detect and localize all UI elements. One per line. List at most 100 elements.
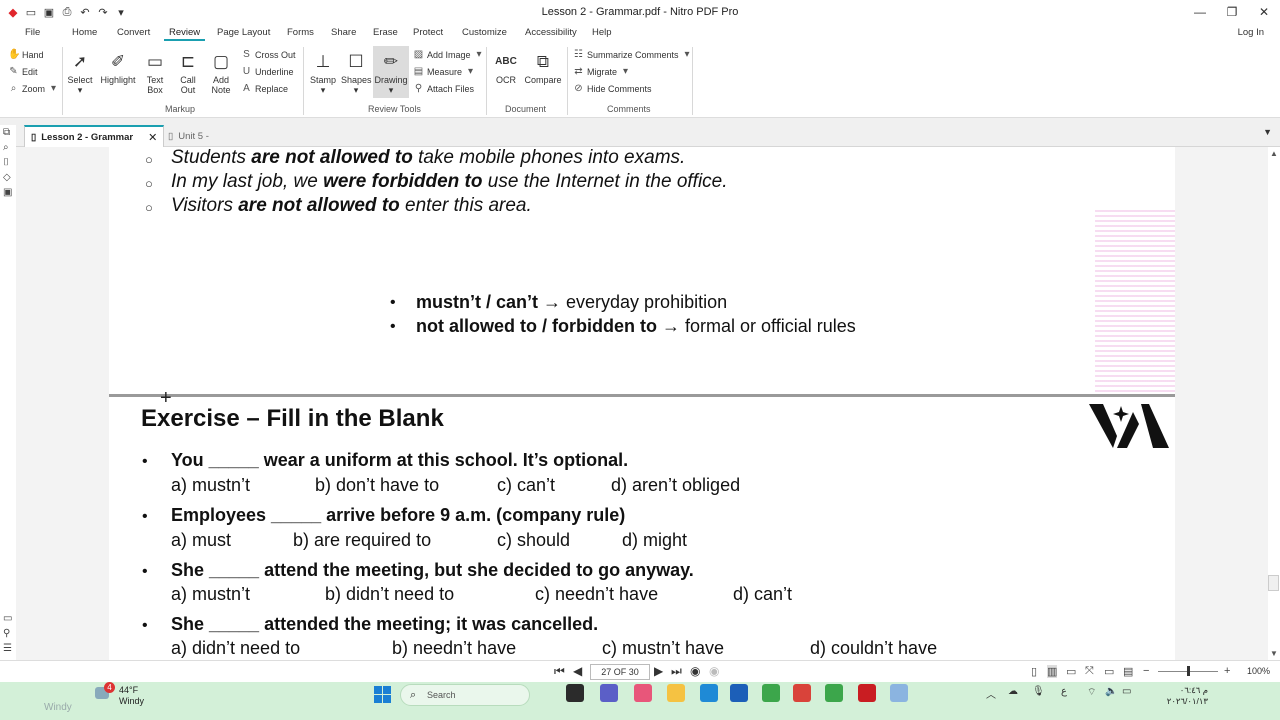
back-view-icon[interactable]: ◉ (690, 664, 700, 678)
show-hidden-icons-chevron-icon[interactable]: ︿ (986, 686, 996, 701)
snipping-tool-icon[interactable] (890, 684, 908, 702)
stamp-button[interactable]: ⊥ Stamp ▾ (308, 52, 338, 95)
zoom-tool-button[interactable]: ⌕ Zoom ▾ (8, 83, 59, 94)
undo-icon[interactable]: ↶ (78, 6, 92, 19)
scroll-up-icon[interactable]: ▲ (1270, 149, 1278, 158)
menu-erase[interactable]: Erase (373, 27, 398, 38)
compare-button[interactable]: ⧉ Compare (523, 52, 563, 85)
onedrive-icon[interactable]: ☁ (1008, 686, 1018, 697)
open-folder-icon[interactable]: ▭ (24, 6, 38, 19)
nitro-app-icon[interactable] (858, 684, 876, 702)
print-icon[interactable]: ⎙ (60, 6, 74, 19)
migrate-button[interactable]: ⇄ Migrate ▾ (573, 66, 631, 77)
vertical-scrollbar[interactable]: ▲ ▼ (1268, 147, 1280, 660)
customize-qat-icon[interactable]: ▾ (114, 6, 128, 19)
restore-icon[interactable]: ❐ (1216, 0, 1248, 24)
menu-convert[interactable]: Convert (117, 27, 150, 38)
wifi-icon[interactable]: ⌔ (1087, 686, 1096, 699)
word-app-icon[interactable] (730, 684, 748, 702)
tab-lesson-2[interactable]: ▯ Lesson 2 - Grammar ✕ (24, 125, 165, 147)
facing-icon[interactable]: ▭ (1066, 665, 1076, 678)
zoom-in-icon[interactable]: + (1224, 665, 1230, 677)
forward-view-icon[interactable]: ◉ (709, 664, 719, 678)
highlight-button[interactable]: ✐ Highlight (98, 52, 138, 85)
menu-file[interactable]: File (25, 27, 40, 38)
search-icon[interactable]: ⌕ (3, 142, 9, 153)
menu-protect[interactable]: Protect (413, 27, 443, 38)
menu-review[interactable]: Review (163, 27, 206, 41)
cross-out-button[interactable]: S Cross Out (241, 49, 295, 60)
zoom-out-icon[interactable]: − (1143, 665, 1149, 677)
menu-accessibility[interactable]: Accessibility (525, 27, 577, 38)
next-page-icon[interactable]: ▶ (654, 664, 663, 678)
menu-share[interactable]: Share (331, 27, 356, 38)
edge-app-icon[interactable] (700, 684, 718, 702)
tag-icon[interactable]: ◇ (3, 172, 11, 183)
add-image-button[interactable]: ▨ Add Image ▾ (413, 49, 485, 60)
file-explorer-icon[interactable] (667, 684, 685, 702)
taskbar-search[interactable]: ⌕ Search (400, 684, 530, 706)
close-tab-icon[interactable]: ✕ (148, 131, 157, 144)
terminal-app-icon[interactable] (566, 684, 584, 702)
reading-mode-icon[interactable]: ▤ (1123, 665, 1133, 678)
summarize-comments-button[interactable]: ☷ Summarize Comments ▾ (573, 49, 693, 60)
battery-icon[interactable]: ▭ (1122, 686, 1131, 697)
hide-comments-button[interactable]: ⊘ Hide Comments (573, 83, 651, 94)
comment-icon[interactable]: ▭ (3, 613, 12, 624)
menu-customize[interactable]: Customize (462, 27, 507, 38)
first-page-icon[interactable]: ⏮ (554, 664, 565, 679)
select-button[interactable]: ➚ Select ▾ (66, 52, 94, 95)
measure-button[interactable]: ▤ Measure ▾ (413, 66, 476, 77)
document-viewer[interactable]: ○ Students are not allowed to take mobil… (16, 147, 1268, 660)
scroll-thumb[interactable] (1268, 575, 1279, 591)
text-box-button[interactable]: ▭ Text Box (141, 52, 169, 95)
app-icon[interactable] (634, 684, 652, 702)
zoom-slider-thumb[interactable] (1187, 666, 1190, 676)
login-link[interactable]: Log In (1238, 27, 1264, 38)
tab-list-chevron-icon[interactable]: ▼ (1263, 127, 1272, 137)
tab-unit-5[interactable]: ▯ Unit 5 - (162, 125, 215, 147)
weather-widget[interactable]: 44°F Windy (119, 685, 144, 707)
volume-icon[interactable]: 🔈 (1105, 686, 1117, 697)
fullscreen-icon[interactable]: ▭ (1104, 665, 1114, 678)
continuous-icon[interactable]: ▥ (1047, 665, 1058, 678)
redo-icon[interactable]: ↷ (96, 6, 110, 19)
zoom-percentage[interactable]: 100% (1247, 666, 1270, 676)
attachment-icon[interactable]: ⚲ (3, 628, 10, 639)
chrome-app-icon[interactable] (762, 684, 780, 702)
add-note-button[interactable]: ▢ Add Note (207, 52, 235, 95)
call-out-button[interactable]: ⊏ Call Out (174, 52, 202, 95)
menu-forms[interactable]: Forms (287, 27, 314, 38)
replace-button[interactable]: A Replace (241, 83, 288, 94)
previous-page-icon[interactable]: ◀ (573, 664, 582, 678)
close-icon[interactable]: ✕ (1248, 0, 1280, 24)
menu-help[interactable]: Help (592, 27, 612, 38)
app-icon[interactable] (793, 684, 811, 702)
ocr-button[interactable]: ABC OCR (492, 52, 520, 85)
bookmark-icon[interactable]: ⌷ (3, 157, 9, 168)
menu-home[interactable]: Home (72, 27, 97, 38)
language-indicator[interactable]: ع (1061, 686, 1067, 697)
microphone-icon[interactable]: 🎙 (1032, 686, 1045, 697)
drawing-button[interactable]: ✏ Drawing ▾ (373, 46, 409, 98)
underline-button[interactable]: U Underline (241, 66, 294, 77)
lock-icon[interactable]: ▣ (3, 187, 12, 198)
pages-icon[interactable]: ⧉ (3, 127, 10, 138)
hand-tool-button[interactable]: ✋ Hand (8, 49, 44, 60)
last-page-icon[interactable]: ⏭ (671, 664, 682, 679)
minimize-icon[interactable]: — (1184, 0, 1216, 24)
system-clock[interactable]: م ٠٦:٤٦ ٢٠٢٦/٠١/١٣ (1167, 685, 1208, 707)
layers-icon[interactable]: ☰ (3, 643, 12, 654)
menu-page-layout[interactable]: Page Layout (217, 27, 270, 38)
edit-tool-button[interactable]: ✎ Edit (8, 66, 37, 77)
attach-files-button[interactable]: ⚲ Attach Files (413, 83, 474, 94)
fit-icon[interactable]: ⤧ (1085, 665, 1094, 678)
windows-start-icon[interactable] (374, 686, 391, 703)
scroll-down-icon[interactable]: ▼ (1270, 649, 1278, 658)
page-number-field[interactable]: 27 OF 30 (590, 664, 650, 680)
single-page-icon[interactable]: ▯ (1031, 665, 1037, 678)
teams-app-icon[interactable] (600, 684, 618, 702)
chrome-app-icon[interactable] (825, 684, 843, 702)
save-icon[interactable]: ▣ (42, 6, 56, 19)
shapes-button[interactable]: ☐ Shapes ▾ (341, 52, 372, 95)
